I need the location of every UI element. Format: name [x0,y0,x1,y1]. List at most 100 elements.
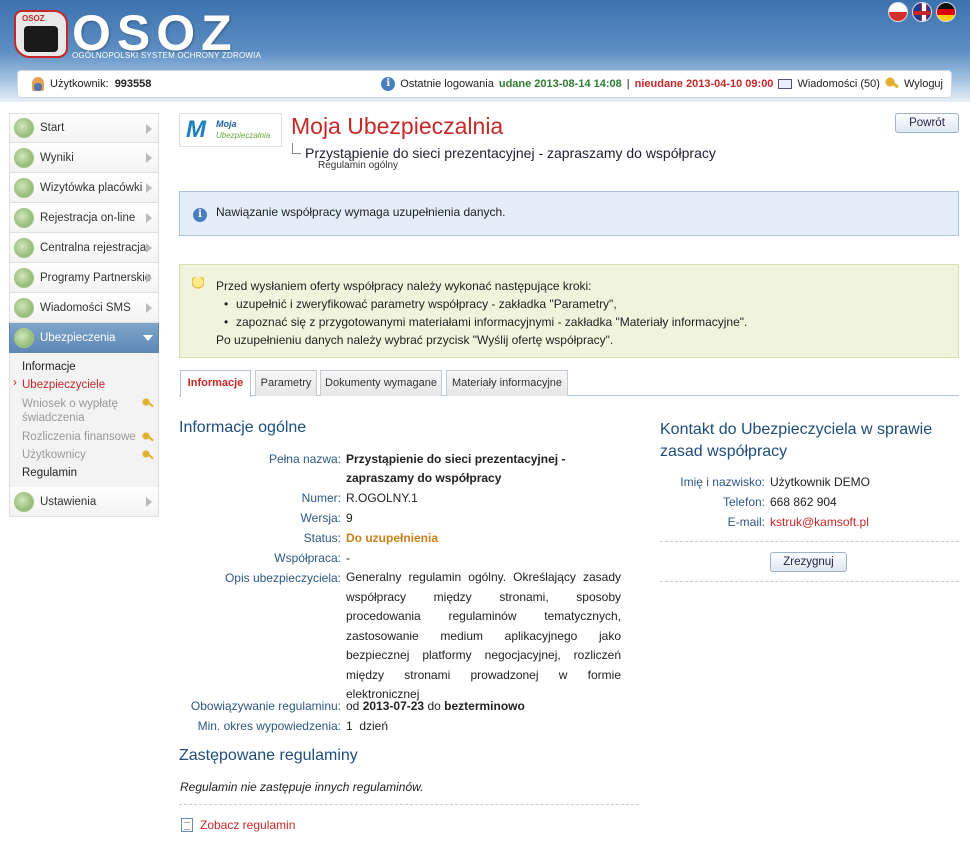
info-box: i Nawiązanie współpracy wymaga uzupełnie… [179,191,959,236]
info-icon: i [193,208,207,222]
tab-parametry[interactable]: Parametry [255,370,317,396]
page-subtitle: Przystąpienie do sieci prezentacyjnej - … [292,143,716,161]
status-value: Do uzupełnienia [346,531,439,545]
sidebar-item-label: Wizytówka placówki [40,181,143,194]
submenu-item-rozliczenia[interactable]: Rozliczenia finansowe [10,428,158,446]
user-bar: Użytkownik: 993558 i Ostatnie logowania … [17,70,952,98]
document-icon [181,818,193,832]
chevron-right-icon [146,124,152,134]
user-id: 993558 [114,78,152,90]
results-icon [14,147,34,168]
tab-informacje[interactable]: Informacje [180,370,251,397]
number-value: R.OGOLNY.1 [346,491,418,505]
tab-dokumenty[interactable]: Dokumenty wymagane [320,370,442,396]
sidebar-item-label: Wyniki [40,151,74,164]
validity-mid: do [427,699,441,713]
submenu-item-uzytkownicy[interactable]: Użytkownicy [10,446,158,464]
settings-icon [14,491,34,512]
business-card-icon [14,177,34,198]
sidebar-item-label: Ubezpieczenia [40,331,116,344]
sidebar-item-sms[interactable]: Wiadomości SMS [9,293,159,323]
sidebar: Start Wyniki Wizytówka placówki Rejestra… [9,113,159,517]
full-name-value: Przystąpienie do sieci prezentacyjnej - [346,452,566,466]
submenu-item-ubezpieczyciele[interactable]: Ubezpieczyciele [10,376,158,394]
key-icon[interactable] [884,77,899,91]
section-title-general: Informacje ogólne [179,419,307,436]
validity-value: od 2013-07-23 do bezterminowo [346,699,525,713]
section-title-contact: Kontakt do Ubezpieczyciela w sprawie zas… [660,419,932,463]
description-value: Generalny regulamin ogólny. Określający … [346,570,621,701]
submenu-item-label: Wniosek o wypłatę świadczenia [22,398,118,424]
resign-button[interactable]: Zrezygnuj [770,552,847,572]
tip-box: Przed wysłaniem oferty współpracy należy… [179,264,959,358]
sidebar-submenu: Informacje Ubezpieczyciele Wniosek o wyp… [9,353,159,487]
submenu-item-regulamin[interactable]: Regulamin [10,464,158,482]
sidebar-item-wizytowka[interactable]: Wizytówka placówki [9,173,159,203]
submenu-item-wniosek[interactable]: Wniosek o wypłatę świadczenia [10,394,158,428]
notice-value: 1 dzień [346,719,389,733]
last-login-failed: nieudane 2013-04-10 09:00 [634,78,774,90]
flag-pl-icon[interactable] [888,2,908,22]
version-value: 9 [346,511,353,525]
last-login-label: Ostatnie logowania [400,78,494,90]
tip-outro: Po uzupełnieniu danych należy wybrać prz… [216,333,614,347]
back-button[interactable]: Powrót [895,113,959,133]
tip-bullet: uzupełnić i zweryfikować parametry współ… [224,297,617,311]
divider [660,581,959,582]
sidebar-item-start[interactable]: Start [9,113,159,143]
full-name-label: Pełna nazwa: [268,452,341,466]
tab-materialy[interactable]: Materiały informacyjne [446,370,568,396]
chevron-right-icon [146,303,152,313]
last-login-success: udane 2013-08-14 14:08 [498,78,622,90]
full-name-value-cont: zapraszamy do współpracy [346,471,502,485]
sidebar-item-wyniki[interactable]: Wyniki [9,143,159,173]
umbrella-icon [14,327,34,348]
sidebar-item-ubezpieczenia[interactable]: Ubezpieczenia [9,323,159,353]
flag-de-icon[interactable] [936,2,956,22]
cooperation-value: - [346,551,350,565]
submenu-item-label: Rozliczenia finansowe [22,431,136,443]
sidebar-item-label: Centralna rejestracja [40,241,147,254]
contact-title-line1: Kontakt do Ubezpieczyciela w sprawie [660,421,933,438]
session-info: i Ostatnie logowania udane 2013-08-14 14… [381,71,943,97]
key-icon [142,450,154,462]
contact-phone-label: Telefon: [722,495,765,509]
contact-name-value: Użytkownik DEMO [770,475,871,489]
contact-email-link[interactable]: kstruk@kamsoft.pl [770,515,869,529]
validity-prefix: od [346,699,360,713]
logo-figures [24,26,58,52]
start-icon [14,118,34,138]
language-switcher [888,2,956,22]
sidebar-item-label: Ustawienia [40,495,97,508]
user-label: Użytkownik: [50,78,109,90]
submenu-item-informacje[interactable]: Informacje [10,358,158,376]
messages-link[interactable]: Wiadomości (50) [797,71,880,97]
chevron-right-icon [146,243,152,253]
osoz-logo-icon: OSOZ [14,10,68,58]
sidebar-item-centralna[interactable]: Centralna rejestracja [9,233,159,263]
user-info: Użytkownik: 993558 [32,71,151,97]
central-registration-icon [14,237,34,258]
page-subsubtitle: Regulamin ogólny [318,160,399,171]
key-icon [142,398,154,410]
chevron-right-icon [146,213,152,223]
key-icon [142,432,154,444]
logout-link[interactable]: Wyloguj [904,71,943,97]
info-icon: i [381,77,396,91]
module-logo-letter: M [186,116,206,143]
sidebar-item-ustawienia[interactable]: Ustawienia [9,487,159,517]
envelope-icon[interactable] [778,79,793,89]
sidebar-item-label: Wiadomości SMS [40,301,131,314]
sidebar-item-programy[interactable]: Programy Partnerskie [9,263,159,293]
notice-label: Min. okres wypowiedzenia: [197,719,341,733]
partners-icon [14,267,34,288]
contact-phone-value: 668 862 904 [770,495,837,509]
flag-en-icon[interactable] [912,2,932,22]
validity-label: Obowiązywanie regulaminu: [190,699,341,713]
validity-from: 2013-07-23 [362,699,425,713]
tip-intro: Przed wysłaniem oferty współpracy należy… [216,279,592,293]
sidebar-item-label: Start [40,122,65,134]
sidebar-item-rejestracja[interactable]: Rejestracja on-line [9,203,159,233]
view-regulation-link[interactable]: Zobacz regulamin [200,818,295,832]
number-label: Numer: [301,491,341,505]
